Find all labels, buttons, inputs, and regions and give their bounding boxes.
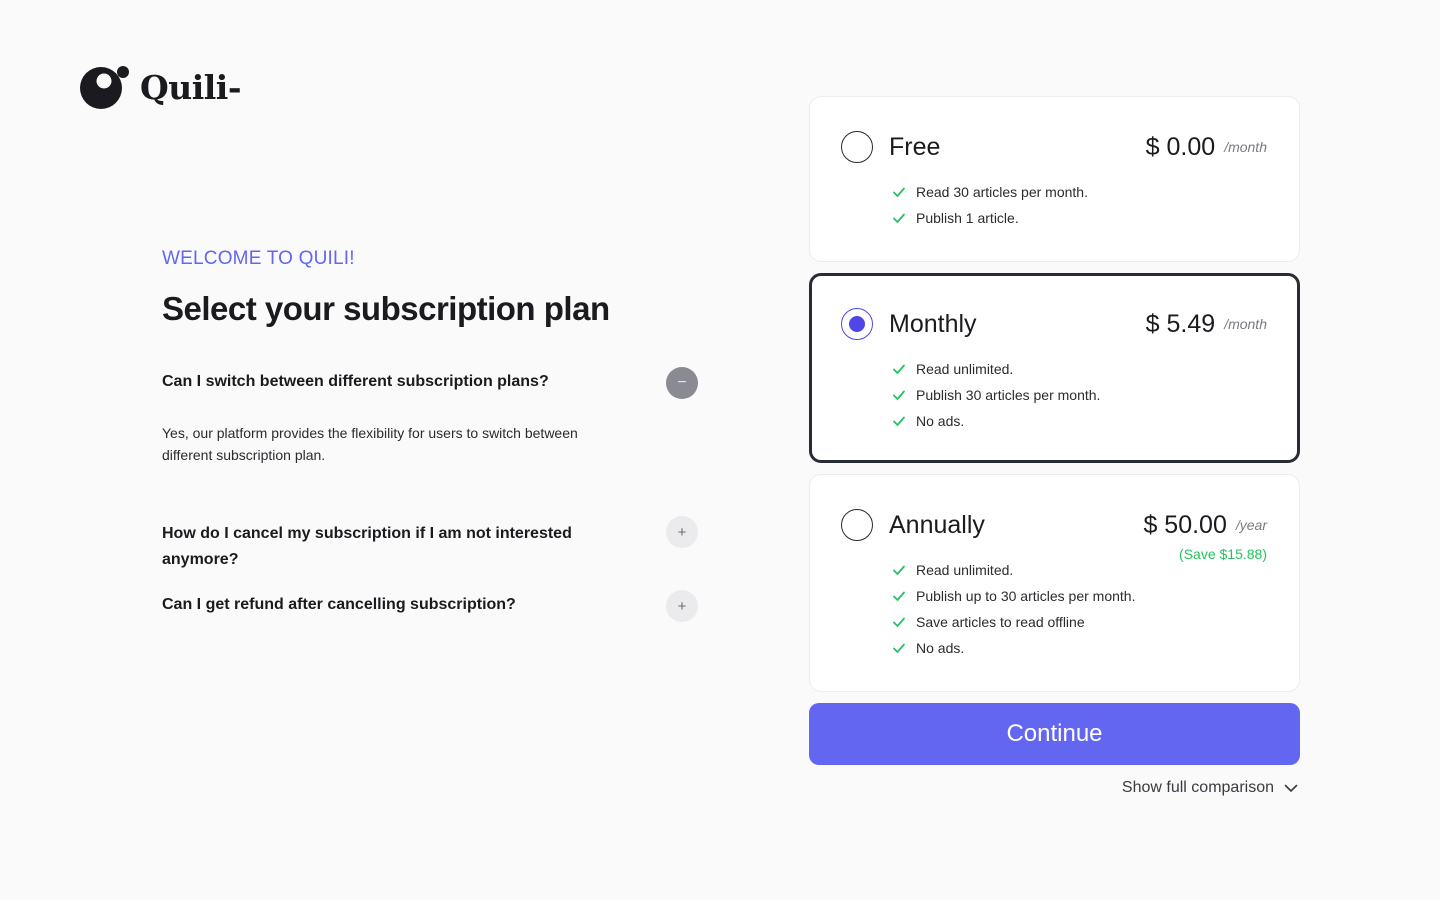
faq-question[interactable]: How do I cancel my subscription if I am … (162, 521, 602, 573)
feature-item: Publish 1 article. (891, 205, 1088, 231)
radio-button[interactable] (841, 509, 873, 541)
faq-item-switch-plans: Can I switch between different subscript… (162, 367, 698, 399)
check-icon (893, 591, 905, 601)
radio-button-selected[interactable] (841, 308, 873, 340)
faq-item-refund: Can I get refund after cancelling subscr… (162, 590, 698, 622)
plan-period: /month (1224, 139, 1267, 155)
feature-text: Read unlimited. (916, 562, 1014, 578)
check-icon (893, 617, 905, 627)
feature-text: Publish 1 article. (916, 210, 1019, 226)
feature-item: Read unlimited. (891, 356, 1100, 382)
feature-item: No ads. (891, 635, 1135, 661)
logo-icon (80, 66, 130, 110)
check-icon (893, 416, 905, 426)
feature-list: Read 30 articles per month. Publish 1 ar… (891, 179, 1088, 231)
page-title: Select your subscription plan (162, 290, 610, 327)
feature-list: Read unlimited. Publish up to 30 article… (891, 557, 1135, 661)
plan-period: /month (1224, 316, 1267, 332)
faq-question[interactable]: Can I switch between different subscript… (162, 369, 602, 395)
feature-item: Read unlimited. (891, 557, 1135, 583)
feature-item: Read 30 articles per month. (891, 179, 1088, 205)
feature-item: No ads. (891, 408, 1100, 434)
feature-text: Publish up to 30 articles per month. (916, 588, 1136, 604)
plan-card-monthly[interactable]: Monthly $ 5.49 /month Read unlimited. Pu… (809, 273, 1300, 463)
expand-icon[interactable]: + (666, 590, 698, 622)
plan-price: $ 0.00 (1145, 132, 1216, 161)
chevron-down-icon (1284, 784, 1298, 792)
check-icon (893, 364, 905, 374)
continue-button[interactable]: Continue (809, 703, 1300, 765)
feature-text: Read unlimited. (916, 361, 1014, 377)
brand-logo[interactable]: Quili- (80, 66, 242, 110)
plan-name: Free (889, 132, 941, 161)
expand-icon[interactable]: + (666, 516, 698, 548)
plan-price: $ 50.00 (1143, 510, 1227, 539)
check-icon (893, 213, 905, 223)
plan-header: Free $ 0.00 /month (841, 131, 1267, 163)
plan-period: /year (1235, 517, 1267, 533)
feature-list: Read unlimited. Publish 30 articles per … (891, 356, 1100, 434)
feature-item: Publish 30 articles per month. (891, 382, 1100, 408)
show-comparison-label: Show full comparison (1121, 779, 1274, 796)
brand-name: Quili- (140, 68, 242, 107)
check-icon (893, 565, 905, 575)
plan-name: Monthly (889, 309, 977, 338)
radio-dot (849, 316, 865, 332)
feature-text: Read 30 articles per month. (916, 184, 1088, 200)
feature-item: Save articles to read offline (891, 609, 1135, 635)
savings-label: (Save $15.88) (1179, 546, 1267, 562)
feature-text: Publish 30 articles per month. (916, 387, 1101, 403)
feature-text: No ads. (916, 413, 965, 429)
welcome-eyebrow: WELCOME TO QUILI! (162, 248, 355, 269)
collapse-icon[interactable]: − (666, 367, 698, 399)
plan-card-free[interactable]: Free $ 0.00 /month Read 30 articles per … (809, 96, 1300, 262)
radio-button[interactable] (841, 131, 873, 163)
check-icon (893, 390, 905, 400)
faq-answer: Yes, our platform provides the flexibili… (162, 425, 578, 463)
plan-card-annually[interactable]: Annually $ 50.00 /year (Save $15.88) Rea… (809, 474, 1300, 692)
plan-name: Annually (889, 510, 985, 539)
feature-item: Publish up to 30 articles per month. (891, 583, 1135, 609)
plan-header: Monthly $ 5.49 /month (841, 308, 1267, 340)
plan-header: Annually $ 50.00 /year (841, 509, 1267, 541)
subscription-page: Quili- WELCOME TO QUILI! Select your sub… (0, 0, 1440, 900)
feature-text: No ads. (916, 640, 965, 656)
check-icon (893, 643, 905, 653)
check-icon (893, 187, 905, 197)
plan-price: $ 5.49 (1145, 309, 1216, 338)
faq-item-cancel: How do I cancel my subscription if I am … (162, 516, 698, 573)
faq-question[interactable]: Can I get refund after cancelling subscr… (162, 592, 602, 618)
show-comparison-link[interactable]: Show full comparison (1122, 779, 1298, 797)
feature-text: Save articles to read offline (916, 614, 1085, 630)
